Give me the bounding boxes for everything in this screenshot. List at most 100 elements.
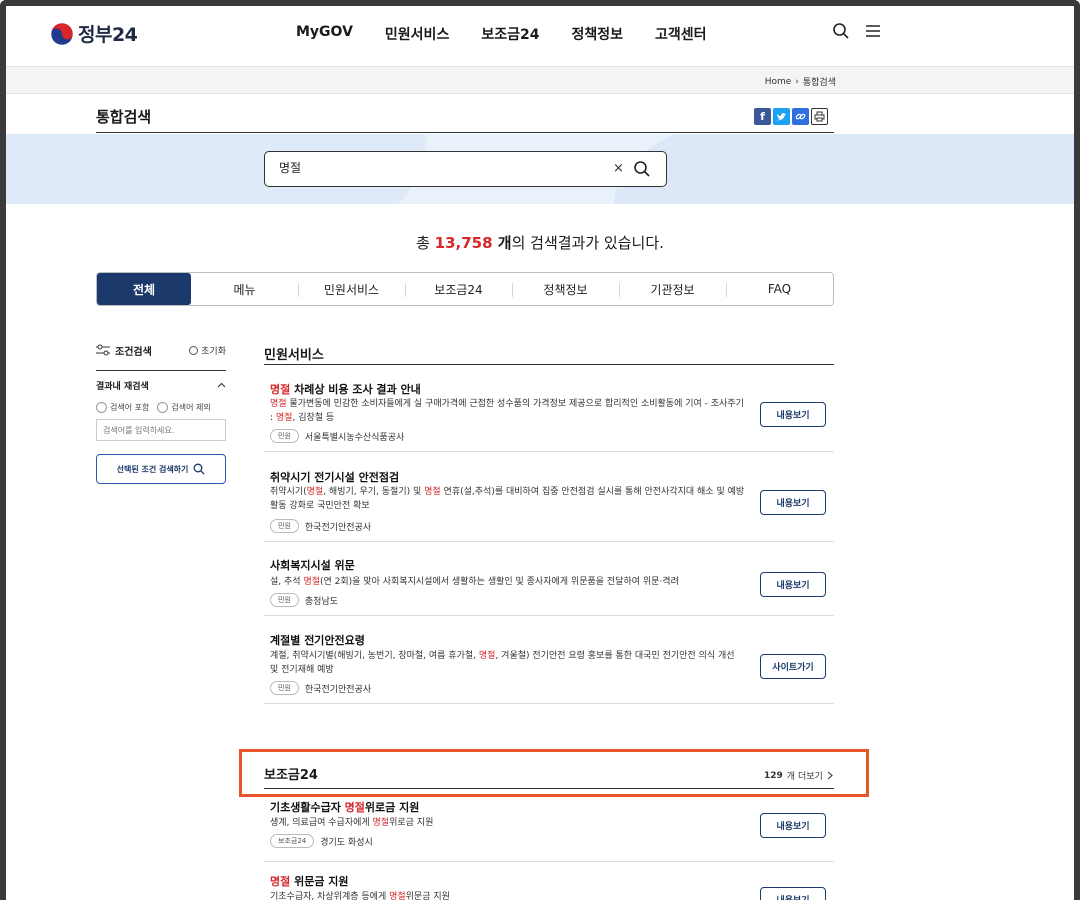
chevron-right-icon	[827, 771, 833, 780]
desc-text: 설, 추석	[270, 577, 304, 587]
menu-icon[interactable]	[864, 22, 882, 40]
chevron-right-icon: ›	[795, 76, 799, 87]
category-tag: 민원	[270, 429, 299, 443]
desc-text: 취약시기(	[270, 487, 307, 497]
facebook-icon[interactable]: f	[754, 108, 771, 125]
list-item: 계절별 전기안전요령 계절, 취약시기별(해빙기, 농번기, 장마철, 여름 휴…	[264, 616, 834, 704]
nav-mygov[interactable]: MyGOV	[296, 24, 353, 44]
tab-all[interactable]: 전체	[97, 273, 191, 305]
breadcrumb-home[interactable]: Home	[765, 77, 792, 87]
filter-divider	[96, 370, 226, 371]
radio-include[interactable]: 검색어 포함	[96, 402, 149, 413]
chevron-up-icon[interactable]	[217, 381, 226, 391]
item-description: 명절 물가변동에 민감한 소비자들에게 실 구매가격에 근접한 성수품의 가격정…	[270, 397, 745, 425]
list-item: 기초생활수급자 명절위로금 지원 생계, 의료급여 수급자에게 명절위로금 지원…	[264, 789, 834, 862]
radio-include-icon	[96, 402, 107, 413]
item-org: 충청남도	[304, 596, 339, 607]
item-title[interactable]: 기초생활수급자 명절위로금 지원	[270, 799, 419, 815]
item-org: 한국전기안전공사	[304, 522, 372, 533]
list-item: 사회복지시설 위문 설, 추석 명절(연 2회)을 맞아 사회복지시설에서 생활…	[264, 542, 834, 616]
print-icon[interactable]	[811, 108, 828, 125]
reset-icon	[189, 345, 199, 355]
nav-policy-info[interactable]: 정책정보	[571, 24, 623, 44]
reset-button[interactable]: 초기화	[189, 344, 226, 357]
site-link-button[interactable]: 사이트가기	[760, 654, 826, 679]
item-title[interactable]: 계절별 전기안전요령	[270, 632, 365, 648]
tab-policy-info[interactable]: 정책정보	[512, 273, 619, 305]
item-title-text: 위문금 지원	[290, 875, 349, 888]
tab-civil-service[interactable]: 민원서비스	[298, 273, 405, 305]
result-count: 총 13,758 개의 검색결과가 있습니다.	[6, 232, 1074, 253]
main-nav: MyGOV 민원서비스 보조금24 정책정보 고객센터	[296, 24, 707, 44]
tab-subsidy24[interactable]: 보조금24	[405, 273, 512, 305]
desc-text: 계절, 취약시기별(해빙기, 농번기, 장마철, 여름 휴가철,	[270, 651, 479, 661]
search-box: ×	[264, 151, 667, 187]
filter-sidebar: 조건검색 초기화 결과내 재검색 검색어 포함 검색어 제외 선택된 조건 검색…	[96, 340, 226, 484]
view-detail-button[interactable]: 내용보기	[760, 572, 826, 597]
view-detail-button[interactable]: 내용보기	[760, 887, 826, 900]
nav-customer-center[interactable]: 고객센터	[655, 24, 707, 44]
view-detail-button[interactable]: 내용보기	[760, 490, 826, 515]
item-meta: 민원 한국전기안전공사	[270, 681, 371, 695]
link-icon[interactable]	[792, 108, 809, 125]
list-item: 명절 위문금 지원 기초수급자, 차상위계층 등에게 명절위문금 지원 내용보기	[264, 862, 834, 900]
filter-header: 조건검색 초기화	[96, 340, 226, 360]
category-tag: 보조금24	[270, 834, 315, 848]
research-title: 결과내 재검색	[96, 382, 149, 392]
desc-highlight: 명절	[303, 577, 320, 587]
item-title[interactable]: 취약시기 전기시설 안전점검	[270, 469, 399, 485]
item-title[interactable]: 사회복지시설 위문	[270, 557, 355, 573]
item-title[interactable]: 명절 위문금 지원	[270, 873, 349, 889]
search-input[interactable]	[279, 160, 599, 174]
desc-text: 위문금 지원	[405, 892, 450, 900]
item-title[interactable]: 명절 차례상 비용 조사 결과 안내	[270, 381, 421, 397]
desc-highlight: 명절	[478, 651, 496, 661]
more-label: 개 더보기	[786, 772, 823, 782]
research-input[interactable]	[96, 419, 226, 441]
desc-highlight: 명절	[372, 818, 390, 828]
breadcrumb: Home › 통합검색	[765, 75, 836, 89]
twitter-icon[interactable]	[773, 108, 790, 125]
desc-highlight: 명절	[270, 399, 287, 409]
category-tag: 민원	[270, 593, 299, 607]
radio-exclude-icon	[157, 402, 169, 413]
list-item: 명절 차례상 비용 조사 결과 안내 명절 물가변동에 민감한 소비자들에게 실…	[264, 365, 834, 452]
filter-search-button[interactable]: 선택된 조건 검색하기	[96, 454, 226, 484]
item-description: 계절, 취약시기별(해빙기, 농번기, 장마철, 여름 휴가철, 명절, 겨울철…	[270, 649, 745, 677]
desc-text: 위로금 지원	[389, 818, 434, 828]
clear-icon[interactable]: ×	[613, 161, 624, 176]
desc-text: , 해빙기, 우기, 동절기) 및	[323, 487, 425, 497]
desc-text: , 김장철 등	[292, 413, 335, 423]
search-icon[interactable]	[832, 22, 850, 40]
list-item: 취약시기 전기시설 안전점검 취약시기(명절, 해빙기, 우기, 동절기) 및 …	[264, 452, 834, 542]
tab-agency-info[interactable]: 기관정보	[619, 273, 726, 305]
search-submit-icon[interactable]	[633, 160, 651, 178]
item-org: 경기도 화성시	[320, 837, 373, 848]
desc-text: 기초수급자, 차상위계층 등에게	[270, 892, 390, 900]
research-header[interactable]: 결과내 재검색	[96, 379, 226, 392]
tab-faq[interactable]: FAQ	[726, 273, 833, 305]
desc-highlight: 명절	[275, 413, 293, 423]
item-meta: 보조금24 경기도 화성시	[270, 834, 373, 848]
nav-subsidy24[interactable]: 보조금24	[481, 24, 539, 44]
item-title-text: 차례상 비용 조사 결과 안내	[290, 383, 421, 396]
radio-include-label: 검색어 포함	[110, 403, 150, 412]
radio-exclude[interactable]: 검색어 제외	[157, 402, 211, 413]
category-tag: 민원	[270, 519, 299, 533]
site-logo[interactable]: 정부24	[50, 20, 138, 47]
taegeuk-logo-icon	[50, 22, 74, 45]
view-detail-button[interactable]: 내용보기	[760, 402, 826, 427]
reset-label: 초기화	[201, 346, 226, 357]
civil-section-title: 민원서비스	[264, 348, 324, 363]
result-number: 13,758	[434, 234, 493, 252]
result-tabs: 전체 메뉴 민원서비스 보조금24 정책정보 기관정보 FAQ	[96, 272, 834, 306]
view-detail-button[interactable]: 내용보기	[760, 813, 826, 838]
filter-title-label: 조건검색	[115, 346, 152, 358]
tab-menu[interactable]: 메뉴	[191, 273, 298, 305]
desc-highlight: 명절	[389, 892, 406, 900]
subsidy-section-title: 보조금24	[264, 768, 318, 783]
more-link[interactable]: 129 개 더보기	[764, 769, 833, 782]
nav-civil-service[interactable]: 민원서비스	[385, 24, 449, 44]
item-meta: 민원 한국전기안전공사	[270, 519, 371, 533]
item-title-highlight: 명절	[344, 801, 365, 814]
